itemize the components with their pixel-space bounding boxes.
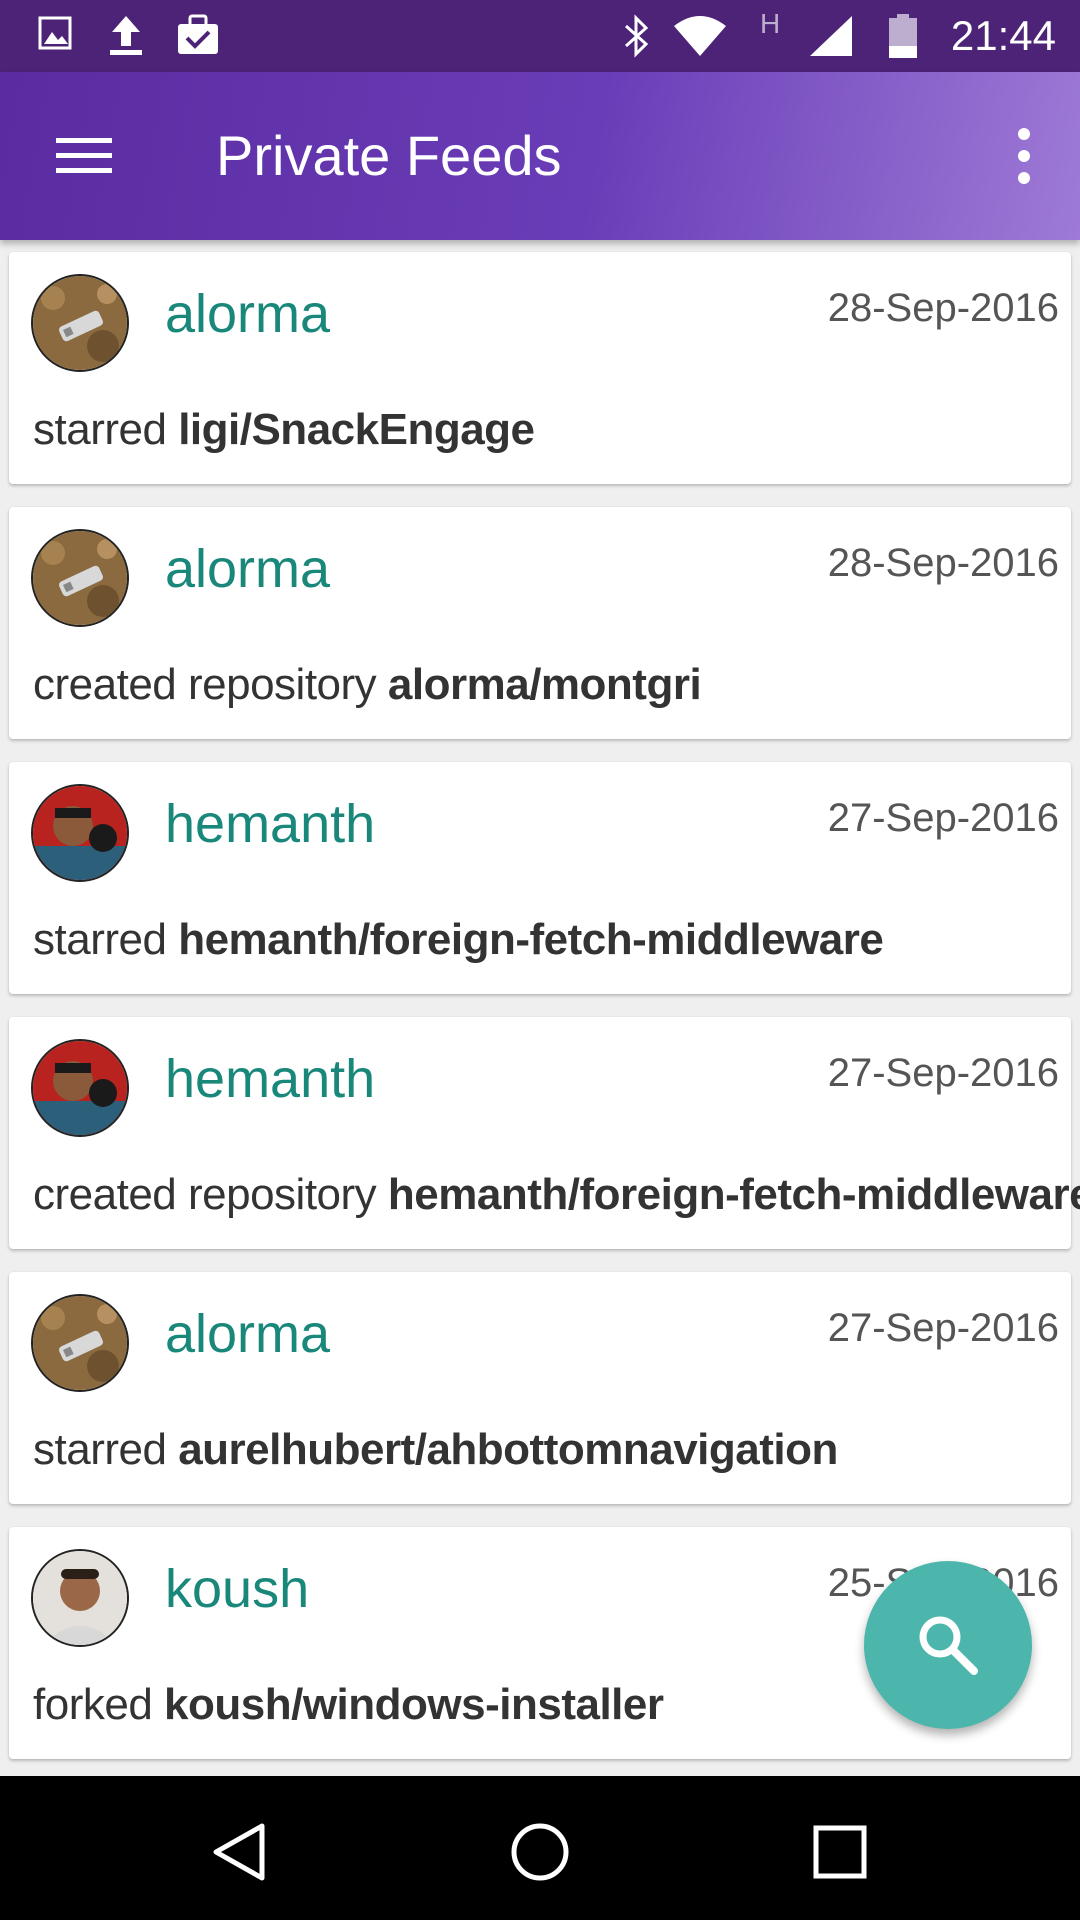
feed-username[interactable]: alorma <box>165 537 330 601</box>
feed-username[interactable]: alorma <box>165 1302 330 1366</box>
home-circle-icon <box>511 1823 569 1881</box>
feed-username[interactable]: koush <box>165 1557 309 1621</box>
avatar-hemanth[interactable] <box>31 1039 129 1137</box>
feed-action: starred aurelhubert/ahbottomnavigation <box>33 1424 838 1476</box>
avatar-alorma[interactable] <box>31 529 129 627</box>
search-fab[interactable] <box>864 1561 1032 1729</box>
feed-item[interactable]: hemanth 27-Sep-2016 created repository h… <box>9 1017 1080 1249</box>
avatar-alorma[interactable] <box>31 1294 129 1392</box>
battery-icon <box>888 14 918 58</box>
feed-repo-link[interactable]: ligi/SnackEngage <box>178 405 535 454</box>
feed-repo-link[interactable]: hemanth/foreign-fetch-middleware <box>178 915 884 964</box>
back-button[interactable] <box>200 1812 280 1892</box>
overflow-menu-button[interactable] <box>994 116 1054 196</box>
feed-date: 27-Sep-2016 <box>827 796 1059 840</box>
feed-item[interactable]: hemanth 27-Sep-2016 starred hemanth/fore… <box>9 762 1071 994</box>
feed-date: 27-Sep-2016 <box>827 1306 1059 1350</box>
more-vert-icon <box>1018 128 1030 184</box>
hamburger-menu-icon <box>56 138 112 173</box>
clipboard-check-icon <box>176 14 220 58</box>
home-button[interactable] <box>500 1812 580 1892</box>
feed-action-verb: starred <box>33 915 167 964</box>
feed-action-verb: starred <box>33 405 167 454</box>
feed-action: created repository alorma/montgri <box>33 659 702 711</box>
search-icon <box>919 1616 978 1675</box>
cell-signal-icon <box>808 14 854 58</box>
page-title: Private Feeds <box>216 124 562 187</box>
recents-square-icon <box>813 1825 867 1879</box>
system-navigation-bar <box>0 1776 1080 1920</box>
feed-repo-link[interactable]: koush/windows-installer <box>164 1680 664 1729</box>
feed-action: starred hemanth/foreign-fetch-middleware <box>33 914 884 966</box>
feed-repo-link[interactable]: alorma/montgri <box>388 660 702 709</box>
feed-list[interactable]: alorma 28-Sep-2016 starred ligi/SnackEng… <box>0 240 1080 1776</box>
image-icon <box>38 14 72 58</box>
back-triangle-icon <box>213 1823 265 1881</box>
feed-item[interactable]: alorma 27-Sep-2016 starred aurelhubert/a… <box>9 1272 1071 1504</box>
feed-date: 28-Sep-2016 <box>827 541 1059 585</box>
avatar-hemanth[interactable] <box>31 784 129 882</box>
bluetooth-icon <box>622 14 652 58</box>
menu-button[interactable] <box>40 116 128 196</box>
feed-action-verb: created repository <box>33 660 377 709</box>
feed-date: 28-Sep-2016 <box>827 286 1059 330</box>
feed-action: forked koush/windows-installer <box>33 1679 664 1731</box>
avatar-alorma[interactable] <box>31 274 129 372</box>
h-network-icon: H <box>760 8 781 39</box>
feed-username[interactable]: hemanth <box>165 1047 375 1111</box>
feed-item[interactable]: alorma 28-Sep-2016 starred ligi/SnackEng… <box>9 252 1071 484</box>
clock: 21:44 <box>950 12 1056 59</box>
feed-action: created repository hemanth/foreign-fetch… <box>33 1169 1080 1221</box>
feed-username[interactable]: hemanth <box>165 792 375 856</box>
feed-date: 27-Sep-2016 <box>827 1051 1059 1095</box>
upload-icon <box>108 14 144 58</box>
recents-button[interactable] <box>800 1812 880 1892</box>
app-bar: Private Feeds <box>0 72 1080 240</box>
feed-action: starred ligi/SnackEngage <box>33 404 535 456</box>
avatar-koush[interactable] <box>31 1549 129 1647</box>
feed-action-verb: starred <box>33 1425 167 1474</box>
feed-action-verb: created repository <box>33 1170 377 1219</box>
status-bar: H 21:44 <box>0 0 1080 72</box>
wifi-icon <box>672 14 728 58</box>
feed-repo-link[interactable]: hemanth/foreign-fetch-middleware <box>388 1170 1080 1219</box>
feed-repo-link[interactable]: aurelhubert/ahbottomnavigation <box>178 1425 838 1474</box>
feed-username[interactable]: alorma <box>165 282 330 346</box>
feed-action-verb: forked <box>33 1680 153 1729</box>
feed-item[interactable]: alorma 28-Sep-2016 created repository al… <box>9 507 1071 739</box>
